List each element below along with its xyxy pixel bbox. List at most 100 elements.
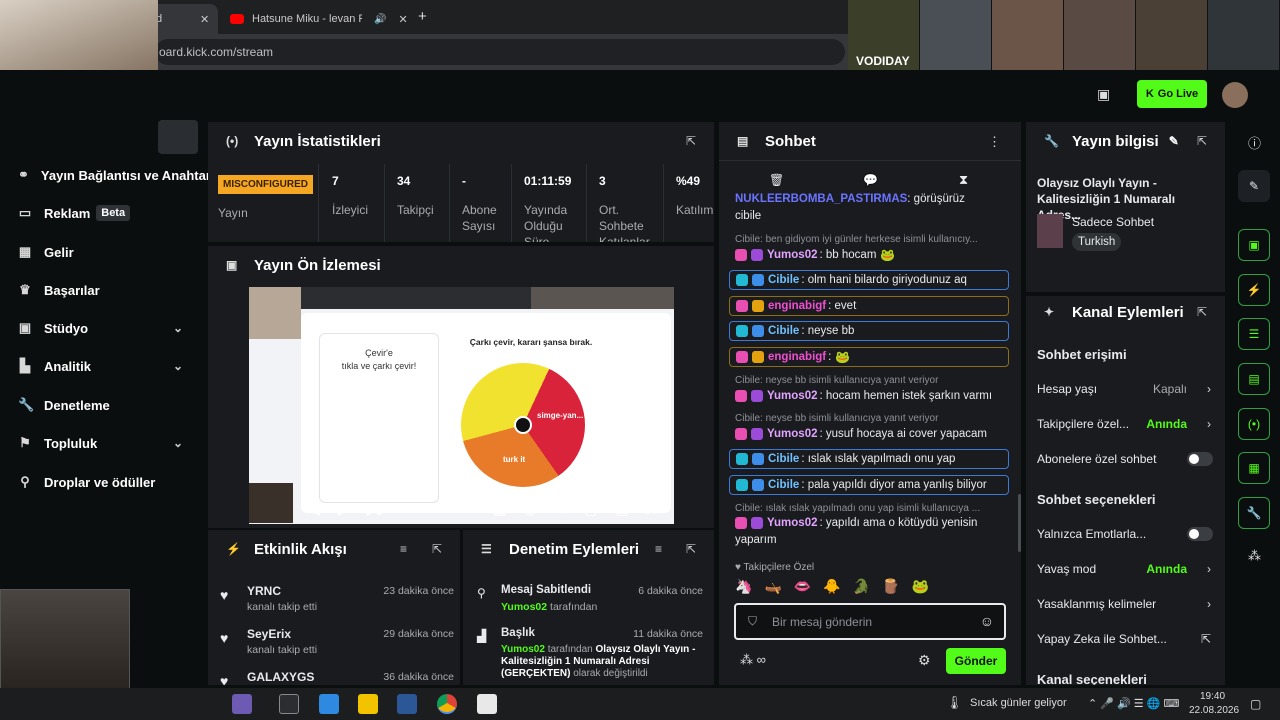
weather-text[interactable]: Sıcak günler geliyor — [970, 697, 1067, 709]
list-rail-icon[interactable]: ☰ — [1238, 318, 1270, 350]
layout-rail-icon[interactable]: ▦ — [1238, 452, 1270, 484]
chat-username[interactable]: Cibile — [768, 453, 799, 465]
record-icon[interactable]: ◉ — [524, 501, 536, 518]
emote-icon[interactable]: 🐊 — [853, 578, 870, 600]
clip-icon[interactable]: ▣ — [1097, 86, 1110, 103]
gear-icon[interactable]: ⚙ — [918, 652, 931, 669]
new-tab-button[interactable]: + — [418, 8, 427, 25]
chat-rail-icon[interactable]: ▤ — [1238, 363, 1270, 395]
popout-icon[interactable]: ⇱ — [686, 134, 696, 148]
edit-icon[interactable]: ✎ — [1238, 170, 1270, 202]
sidebar-item-analytics[interactable]: ▙ Analitik ⌄ — [18, 354, 203, 378]
emote-icon[interactable]: 🐸 — [912, 578, 929, 600]
mod-user[interactable]: Yumos02 — [501, 601, 547, 613]
chat-input[interactable]: ⛉ Bir mesaj gönderin ☺ — [734, 603, 1006, 640]
broadcast-rail-icon[interactable]: (•) — [1238, 408, 1270, 440]
sidebar-item-moderation[interactable]: 🔧 Denetleme — [18, 393, 203, 417]
close-tab-icon[interactable]: ✕ — [398, 13, 407, 26]
chat-username[interactable]: Cibile — [768, 325, 799, 337]
mod-user[interactable]: Yumos02 — [501, 644, 545, 655]
more-options-icon[interactable]: ⋮ — [988, 134, 1001, 150]
points-icon[interactable]: ⁂ ∞ — [740, 652, 766, 668]
word-icon[interactable] — [397, 694, 417, 714]
drops-rail-icon[interactable]: ⁂ — [1248, 548, 1261, 564]
setting-followers-only[interactable]: Takipçilere özel... Anında › — [1037, 414, 1215, 434]
popout-icon[interactable]: ⇱ — [432, 542, 442, 556]
tray-icons[interactable]: ⌃ 🎤 🔊 ☰ 🌐 ⌨ — [1088, 697, 1179, 710]
emoji-icon[interactable]: ☺ — [980, 613, 994, 629]
toggle-switch[interactable] — [1187, 452, 1213, 466]
notification-icon[interactable]: ▢ — [1250, 697, 1261, 711]
emote-icon[interactable]: 👄 — [794, 578, 811, 600]
lightning-rail-icon[interactable]: ⚡ — [1238, 274, 1270, 306]
trash-icon[interactable]: 🗑 — [769, 173, 784, 187]
sidebar-item-drops[interactable]: ⚲ Droplar ve ödüller — [18, 470, 203, 494]
taskview-icon[interactable] — [279, 694, 299, 714]
emote-icon[interactable]: 🛶 — [764, 578, 781, 600]
info-icon[interactable]: ⓘ — [1248, 133, 1261, 152]
send-button[interactable]: Gönder — [946, 648, 1006, 674]
close-tab-icon[interactable]: ✕ — [200, 13, 209, 26]
chat-username[interactable]: Cibile — [768, 274, 799, 286]
sparkle-icon[interactable]: ✦ — [554, 501, 566, 518]
category-thumbnail[interactable] — [1037, 214, 1063, 248]
avatar[interactable] — [1222, 82, 1248, 108]
sidebar-item-revenue[interactable]: ▦ Gelir — [18, 240, 203, 264]
emote-icon[interactable]: 🪵 — [882, 578, 899, 600]
chat-username[interactable]: NUKLEERBOMBA_PASTIRMAS — [735, 193, 907, 205]
wrench-rail-icon[interactable]: 🔧 — [1238, 497, 1270, 529]
popout-icon[interactable]: ⇱ — [1197, 305, 1207, 319]
setting-account-age[interactable]: Hesap yaşı Kapalı › — [1037, 379, 1215, 399]
popout-icon[interactable]: ⇱ — [686, 542, 696, 556]
speaker-icon[interactable]: 🔊 — [374, 14, 386, 25]
photos-icon[interactable] — [319, 694, 339, 714]
sidebar-item-community[interactable]: ⚑ Topluluk ⌄ — [18, 431, 203, 455]
explorer-icon[interactable] — [358, 694, 378, 714]
chat-username[interactable]: Yumos02 — [767, 249, 818, 261]
chat-scrollbar[interactable] — [1018, 494, 1021, 552]
sidebar-item-ads[interactable]: ▭ Reklam Beta — [18, 201, 203, 225]
go-live-button[interactable]: K Go Live — [1137, 80, 1207, 108]
setting-ai-chat[interactable]: Yapay Zeka ile Sohbet... ⇱ — [1037, 629, 1215, 649]
clock-time[interactable]: 19:40 — [1200, 691, 1225, 702]
toggle-switch[interactable] — [1187, 527, 1213, 541]
event-user[interactable]: SeyErix — [247, 627, 291, 641]
grid-icon[interactable]: ▦ — [493, 501, 506, 518]
url-field[interactable]: oard.kick.com/stream — [155, 39, 845, 65]
trim-icon[interactable]: ✂ — [406, 501, 418, 518]
emote-icon[interactable]: 🐥 — [823, 578, 840, 600]
clock-date[interactable]: 22.08.2026 — [1189, 705, 1239, 716]
sidebar-item-stream-key[interactable]: ⚭ Yayın Bağlantısı ve Anahtar — [18, 163, 211, 187]
crop-icon[interactable]: ⌗ — [467, 501, 475, 518]
chrome-icon[interactable] — [437, 694, 457, 714]
preview-video[interactable]: Çevir'e tıkla ve çarkı çevir! Çarkı çevi… — [249, 287, 674, 524]
sidebar-active-item[interactable] — [158, 120, 198, 154]
sidebar-item-studio[interactable]: ▣ Stüdyo ⌄ — [18, 316, 203, 340]
browser-tab[interactable]: Hatsune Miku - levan Polkk 🔊 ✕ — [222, 4, 412, 34]
camera-icon[interactable]: ▭ — [436, 501, 449, 518]
pdf-icon[interactable] — [477, 694, 497, 714]
pip-icon[interactable]: ▢ — [584, 501, 597, 518]
popout-icon[interactable]: ⇱ — [1197, 134, 1207, 148]
layout-icon[interactable]: ▤ — [615, 501, 628, 518]
chat-username[interactable]: Yumos02 — [767, 390, 818, 402]
chat-username[interactable]: Cibile — [768, 479, 799, 491]
rewind-icon[interactable]: ◀ — [309, 501, 320, 518]
category-name[interactable]: Sadece Sohbet — [1072, 215, 1154, 229]
chat-username[interactable]: enginabigf — [768, 300, 826, 312]
stats-rail-icon[interactable]: ▣ — [1238, 229, 1270, 261]
chat-username[interactable]: Yumos02 — [767, 517, 818, 529]
edit-icon[interactable]: ✎ — [1169, 134, 1179, 148]
filter-icon[interactable]: ≡ — [400, 542, 407, 556]
play-icon[interactable]: ▶ — [338, 501, 349, 518]
chat-bubble-icon[interactable]: 💬 — [863, 173, 878, 187]
sidebar-item-achievements[interactable]: ♛ Başarılar — [18, 278, 203, 302]
forward-icon[interactable]: ▶▶ — [367, 501, 389, 518]
emote-icon[interactable]: 🦄 — [735, 578, 752, 600]
chat-username[interactable]: enginabigf — [768, 351, 826, 363]
setting-slow-mode[interactable]: Yavaş mod Anında › — [1037, 559, 1215, 579]
hourglass-icon[interactable]: ⧗ — [959, 172, 968, 188]
app-icon[interactable] — [232, 694, 252, 714]
fullscreen-icon[interactable]: ⛶ — [647, 501, 657, 518]
event-user[interactable]: YRNC — [247, 584, 281, 598]
